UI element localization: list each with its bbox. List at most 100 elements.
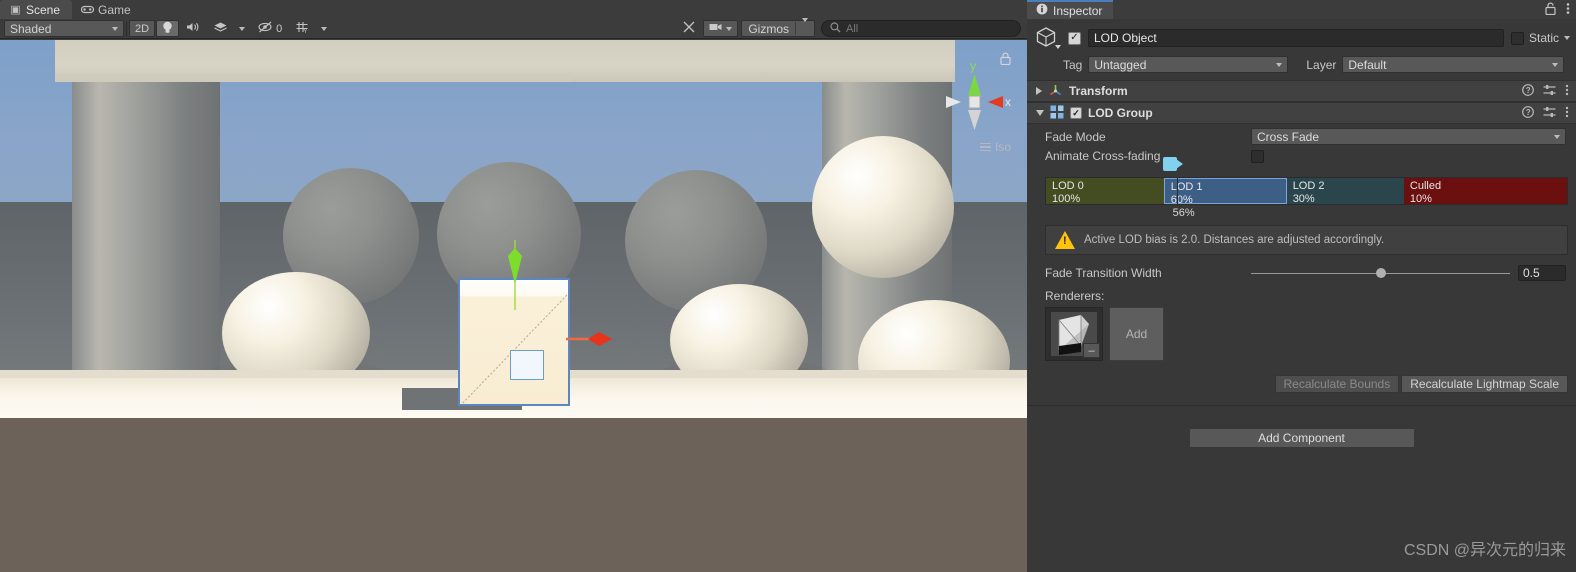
slider-knob[interactable] xyxy=(1375,268,1386,278)
preset-icon[interactable] xyxy=(1543,106,1556,121)
chevron-down-icon xyxy=(321,26,328,31)
2d-toggle-label: 2D xyxy=(135,22,150,35)
hidden-objects-count: 0 xyxy=(276,22,283,35)
scene-camera-icon xyxy=(709,22,723,35)
svg-text:?: ? xyxy=(1526,86,1531,95)
move-gizmo-x-axis[interactable] xyxy=(566,328,618,350)
renderers-row: – Add xyxy=(1027,303,1576,361)
ceiling-slab-edge xyxy=(55,74,570,82)
2d-toggle-button[interactable]: 2D xyxy=(129,20,156,37)
lod-group-enabled-checkbox[interactable]: ✓ xyxy=(1070,107,1082,119)
projection-mode-label[interactable]: Iso xyxy=(979,140,1011,154)
gameobject-header: ✓ LOD Object Static xyxy=(1027,19,1576,51)
recalculate-lightmap-scale-button[interactable]: Recalculate Lightmap Scale xyxy=(1401,375,1568,393)
grid-visibility-icon: Y xyxy=(295,21,310,37)
lod-group-icon xyxy=(1050,105,1064,122)
inspector-content: ✓ LOD Object Static Tag Untagged Layer D… xyxy=(1027,19,1576,572)
foldout-arrow-icon[interactable] xyxy=(1036,110,1044,116)
transform-axis-icon xyxy=(1048,83,1063,100)
chevron-down-icon xyxy=(796,17,814,36)
layer-value: Default xyxy=(1348,57,1387,72)
lighting-toggle-button[interactable] xyxy=(156,20,180,37)
scene-tab-bar: ▣ Scene Game xyxy=(0,0,1027,19)
add-renderer-button[interactable]: Add xyxy=(1109,307,1164,361)
component-actions-lod-group: ? xyxy=(1522,105,1569,121)
grid-icon: ▣ xyxy=(10,4,21,16)
fade-transition-width-row: Fade Transition Width 0.5 xyxy=(1027,255,1576,281)
fade-transition-slider[interactable] xyxy=(1251,266,1510,280)
sphere-back-right-lit xyxy=(812,136,954,278)
scene-tools-button[interactable] xyxy=(676,20,702,37)
scene-search-input[interactable]: All xyxy=(821,20,1021,37)
recalculate-bounds-button[interactable]: Recalculate Bounds xyxy=(1274,375,1400,393)
component-header-lod-group[interactable]: ✓ LOD Group ? xyxy=(1027,102,1576,124)
scene-camera-button[interactable] xyxy=(703,20,739,37)
scene-viewport[interactable]: y x Iso xyxy=(0,40,1027,418)
kebab-menu-icon[interactable] xyxy=(1565,106,1569,121)
tab-inspector-label: Inspector xyxy=(1053,3,1103,18)
static-toggle-group[interactable]: Static xyxy=(1510,31,1570,45)
gizmos-dropdown[interactable]: Gizmos xyxy=(741,17,815,37)
tab-game[interactable]: Game xyxy=(72,0,143,19)
scene-view-gizmo[interactable]: y x Iso xyxy=(945,48,1017,158)
component-header-transform[interactable]: Transform ? xyxy=(1027,80,1576,102)
gameobject-cube-icon[interactable] xyxy=(1035,25,1061,51)
gameobject-enabled-checkbox[interactable]: ✓ xyxy=(1068,31,1081,45)
unity-editor-window: ▣ Scene Game Shaded 2D 0 Y Gizmos All y … xyxy=(0,0,1576,572)
kebab-menu-icon[interactable] xyxy=(1565,84,1569,99)
effects-dropdown-button[interactable] xyxy=(207,20,251,37)
preset-icon[interactable] xyxy=(1543,84,1556,99)
remove-renderer-button[interactable]: – xyxy=(1083,343,1100,358)
lod-segment-0[interactable]: LOD 0 100% xyxy=(1046,178,1164,205)
tab-scene[interactable]: ▣ Scene xyxy=(0,0,73,19)
add-component-button[interactable]: Add Component xyxy=(1188,428,1415,448)
scene-search-placeholder: All xyxy=(846,22,859,35)
lod-segment-2[interactable]: LOD 2 30% xyxy=(1286,178,1404,205)
draw-mode-dropdown[interactable]: Shaded xyxy=(4,20,124,37)
menu-lines-icon xyxy=(979,141,991,154)
chevron-down-icon xyxy=(112,26,118,31)
lod-segment-culled-percent: 10% xyxy=(1409,193,1432,205)
lod-bias-warning-text: Active LOD bias is 2.0. Distances are ad… xyxy=(1084,234,1385,246)
gameobject-name-field[interactable]: LOD Object xyxy=(1088,29,1504,47)
hidden-objects-button[interactable]: 0 xyxy=(252,20,288,37)
renderer-slot-0[interactable]: – xyxy=(1045,307,1103,361)
move-gizmo-plane-handle[interactable] xyxy=(510,350,544,380)
component-actions-transform: ? xyxy=(1522,83,1569,99)
lod-bar[interactable]: LOD 0 100% LOD 1 60% LOD 2 30% Culled 10… xyxy=(1045,177,1568,206)
move-gizmo-y-axis[interactable] xyxy=(505,212,525,310)
lod-segment-1[interactable]: LOD 1 60% xyxy=(1163,178,1287,206)
animate-crossfading-row: Animate Cross-fading xyxy=(1027,145,1576,163)
layer-label: Layer xyxy=(1306,57,1337,72)
fade-transition-width-field[interactable]: 0.5 xyxy=(1518,265,1566,281)
kebab-menu-icon[interactable] xyxy=(1566,2,1570,18)
lock-icon[interactable] xyxy=(1545,2,1556,18)
gameobject-name-value: LOD Object xyxy=(1094,31,1157,45)
tag-label: Tag xyxy=(1063,57,1083,72)
scene-toolbar: Shaded 2D 0 Y Gizmos All xyxy=(0,17,1027,39)
layer-dropdown[interactable]: Default xyxy=(1342,56,1564,73)
lod-segment-1-percent: 60% xyxy=(1170,194,1193,206)
lod-segment-culled[interactable]: Culled 10% xyxy=(1403,178,1567,205)
static-checkbox[interactable] xyxy=(1510,31,1524,45)
lod-camera-marker[interactable] xyxy=(1163,156,1185,173)
tab-inspector[interactable]: Inspector xyxy=(1027,0,1114,19)
foldout-arrow-icon[interactable] xyxy=(1036,87,1042,95)
tag-dropdown[interactable]: Untagged xyxy=(1088,56,1289,73)
search-icon xyxy=(830,21,841,36)
fade-mode-dropdown[interactable]: Cross Fade xyxy=(1251,128,1566,145)
component-name-transform: Transform xyxy=(1069,84,1128,98)
grid-visibility-button[interactable]: Y xyxy=(289,20,333,37)
chevron-down-icon xyxy=(1552,62,1558,67)
chevron-down-icon[interactable] xyxy=(1564,36,1570,40)
animate-crossfading-checkbox[interactable] xyxy=(1251,149,1264,163)
fade-mode-value: Cross Fade xyxy=(1257,129,1320,144)
help-icon[interactable]: ? xyxy=(1522,105,1534,121)
svg-text:?: ? xyxy=(1526,108,1531,117)
help-icon[interactable]: ? xyxy=(1522,83,1534,99)
speaker-icon xyxy=(186,21,200,36)
lod-segment-0-name: LOD 0 xyxy=(1052,180,1084,192)
audio-toggle-button[interactable] xyxy=(180,20,206,37)
tag-layer-row: Tag Untagged Layer Default xyxy=(1027,51,1576,73)
camera-icon-body xyxy=(1163,157,1178,171)
